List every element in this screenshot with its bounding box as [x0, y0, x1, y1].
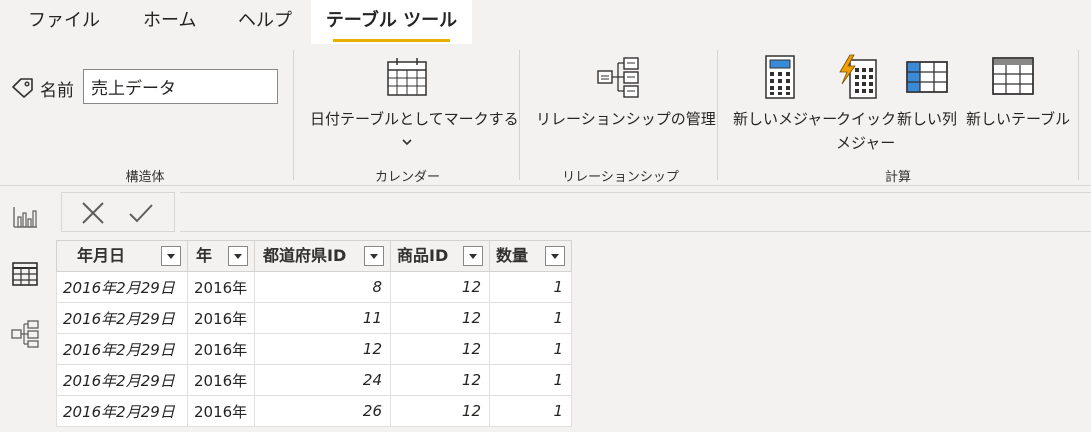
- cell-year[interactable]: 2016年: [187, 271, 255, 303]
- cell-prefecture-id[interactable]: 24: [254, 364, 391, 396]
- new-column-label: 新しい列: [897, 110, 958, 128]
- column-header[interactable]: 商品ID: [390, 240, 490, 272]
- quick-measure-button[interactable]: クイック メジャー: [832, 52, 897, 162]
- cell-quantity[interactable]: 1: [489, 302, 572, 334]
- cell-date[interactable]: 2016年2月29日: [56, 333, 188, 365]
- mark-as-date-table-label: 日付テーブルとしてマークする: [310, 110, 519, 128]
- quick-measure-icon: [839, 54, 877, 99]
- cell-date[interactable]: 2016年2月29日: [56, 364, 188, 396]
- chevron-down-icon: [402, 139, 412, 146]
- filter-dropdown-icon[interactable]: [463, 246, 483, 266]
- tab-help[interactable]: ヘルプ: [238, 0, 292, 44]
- header-row: 年月日 年 都道府県ID 商品ID 数量: [56, 240, 572, 272]
- cell-product-id[interactable]: 12: [390, 271, 490, 303]
- new-column-button[interactable]: 新しい列: [893, 52, 963, 162]
- formula-bar-buttons: [61, 192, 175, 232]
- quick-measure-label-line2: メジャー: [836, 134, 896, 152]
- ribbon-divider: [293, 50, 294, 180]
- commit-icon[interactable]: [128, 201, 154, 225]
- filter-dropdown-icon[interactable]: [545, 246, 565, 266]
- table-row[interactable]: 2016年2月29日 2016年 8 12 1: [56, 271, 572, 303]
- cell-year[interactable]: 2016年: [187, 364, 255, 396]
- tag-icon: [12, 78, 33, 98]
- new-table-icon: [992, 57, 1034, 95]
- data-grid: 年月日 年 都道府県ID 商品ID 数量 2016年2月29日 2016年 8 …: [56, 240, 572, 427]
- column-header[interactable]: 数量: [489, 240, 572, 272]
- cell-prefecture-id[interactable]: 8: [254, 271, 391, 303]
- ribbon-divider: [519, 50, 520, 180]
- table-row[interactable]: 2016年2月29日 2016年 24 12 1: [56, 364, 572, 396]
- menu-bar: ファイル ホーム ヘルプ テーブル ツール: [0, 0, 1091, 44]
- new-table-label: 新しいテーブル: [966, 110, 1071, 128]
- new-measure-button[interactable]: 新しいメジャー: [728, 52, 838, 162]
- ribbon-divider: [717, 50, 718, 180]
- name-label: 名前: [40, 81, 74, 101]
- tab-home[interactable]: ホーム: [143, 0, 196, 44]
- column-header[interactable]: 年月日: [56, 240, 188, 272]
- manage-relationships-label: リレーションシップの管理: [536, 110, 716, 128]
- group-label-calendar: カレンダー: [374, 170, 440, 185]
- column-header[interactable]: 都道府県ID: [254, 240, 391, 272]
- cell-product-id[interactable]: 12: [390, 364, 490, 396]
- cell-year[interactable]: 2016年: [187, 333, 255, 365]
- manage-relationships-button[interactable]: リレーションシップの管理: [528, 52, 716, 162]
- cell-quantity[interactable]: 1: [489, 271, 572, 303]
- data-view-icon[interactable]: [11, 260, 39, 288]
- mark-as-date-table-button[interactable]: 日付テーブルとしてマークする: [300, 52, 519, 162]
- relationships-icon: [597, 57, 639, 98]
- tab-table-tools-label: テーブル ツール: [325, 10, 458, 31]
- tab-table-tools[interactable]: テーブル ツール: [311, 0, 472, 44]
- filter-dropdown-icon[interactable]: [161, 246, 181, 266]
- model-view-icon[interactable]: [11, 320, 39, 348]
- report-view-icon[interactable]: [11, 203, 39, 231]
- ribbon-divider: [1078, 50, 1079, 180]
- cell-year[interactable]: 2016年: [187, 395, 255, 427]
- cell-product-id[interactable]: 12: [390, 302, 490, 334]
- active-tab-underline: [333, 39, 450, 42]
- cell-year[interactable]: 2016年: [187, 302, 255, 334]
- cell-quantity[interactable]: 1: [489, 395, 572, 427]
- data-table: 年月日 年 都道府県ID 商品ID 数量 2016年2月29日 2016年 8 …: [56, 240, 572, 427]
- calculator-icon: [765, 55, 795, 99]
- cell-date[interactable]: 2016年2月29日: [56, 302, 188, 334]
- cell-prefecture-id[interactable]: 12: [254, 333, 391, 365]
- tab-file[interactable]: ファイル: [28, 0, 100, 44]
- formula-input[interactable]: [180, 192, 1091, 232]
- table-row[interactable]: 2016年2月29日 2016年 12 12 1: [56, 333, 572, 365]
- group-label-structure: 構造体: [125, 170, 165, 185]
- cell-date[interactable]: 2016年2月29日: [56, 271, 188, 303]
- quick-measure-label-line1: クイック: [836, 110, 897, 128]
- cell-quantity[interactable]: 1: [489, 333, 572, 365]
- new-table-button[interactable]: 新しいテーブル: [963, 52, 1071, 162]
- view-rail: [0, 187, 50, 432]
- cell-product-id[interactable]: 12: [390, 395, 490, 427]
- filter-dropdown-icon[interactable]: [228, 246, 248, 266]
- cell-product-id[interactable]: 12: [390, 333, 490, 365]
- cell-date[interactable]: 2016年2月29日: [56, 395, 188, 427]
- column-header[interactable]: 年: [187, 240, 255, 272]
- table-name-input[interactable]: [83, 69, 278, 104]
- table-row[interactable]: 2016年2月29日 2016年 11 12 1: [56, 302, 572, 334]
- new-column-icon: [906, 61, 948, 93]
- cancel-icon[interactable]: [80, 201, 106, 225]
- cell-prefecture-id[interactable]: 11: [254, 302, 391, 334]
- cell-quantity[interactable]: 1: [489, 364, 572, 396]
- calendar-icon: [387, 58, 427, 96]
- group-label-relationships: リレーションシップ: [562, 170, 679, 185]
- cell-prefecture-id[interactable]: 26: [254, 395, 391, 427]
- ribbon: 名前 構造体 日付テーブルとしてマークする カレンダー: [0, 44, 1091, 186]
- new-measure-label: 新しいメジャー: [733, 110, 838, 128]
- filter-dropdown-icon[interactable]: [364, 246, 384, 266]
- group-label-calculations: 計算: [884, 170, 911, 185]
- table-row[interactable]: 2016年2月29日 2016年 26 12 1: [56, 395, 572, 427]
